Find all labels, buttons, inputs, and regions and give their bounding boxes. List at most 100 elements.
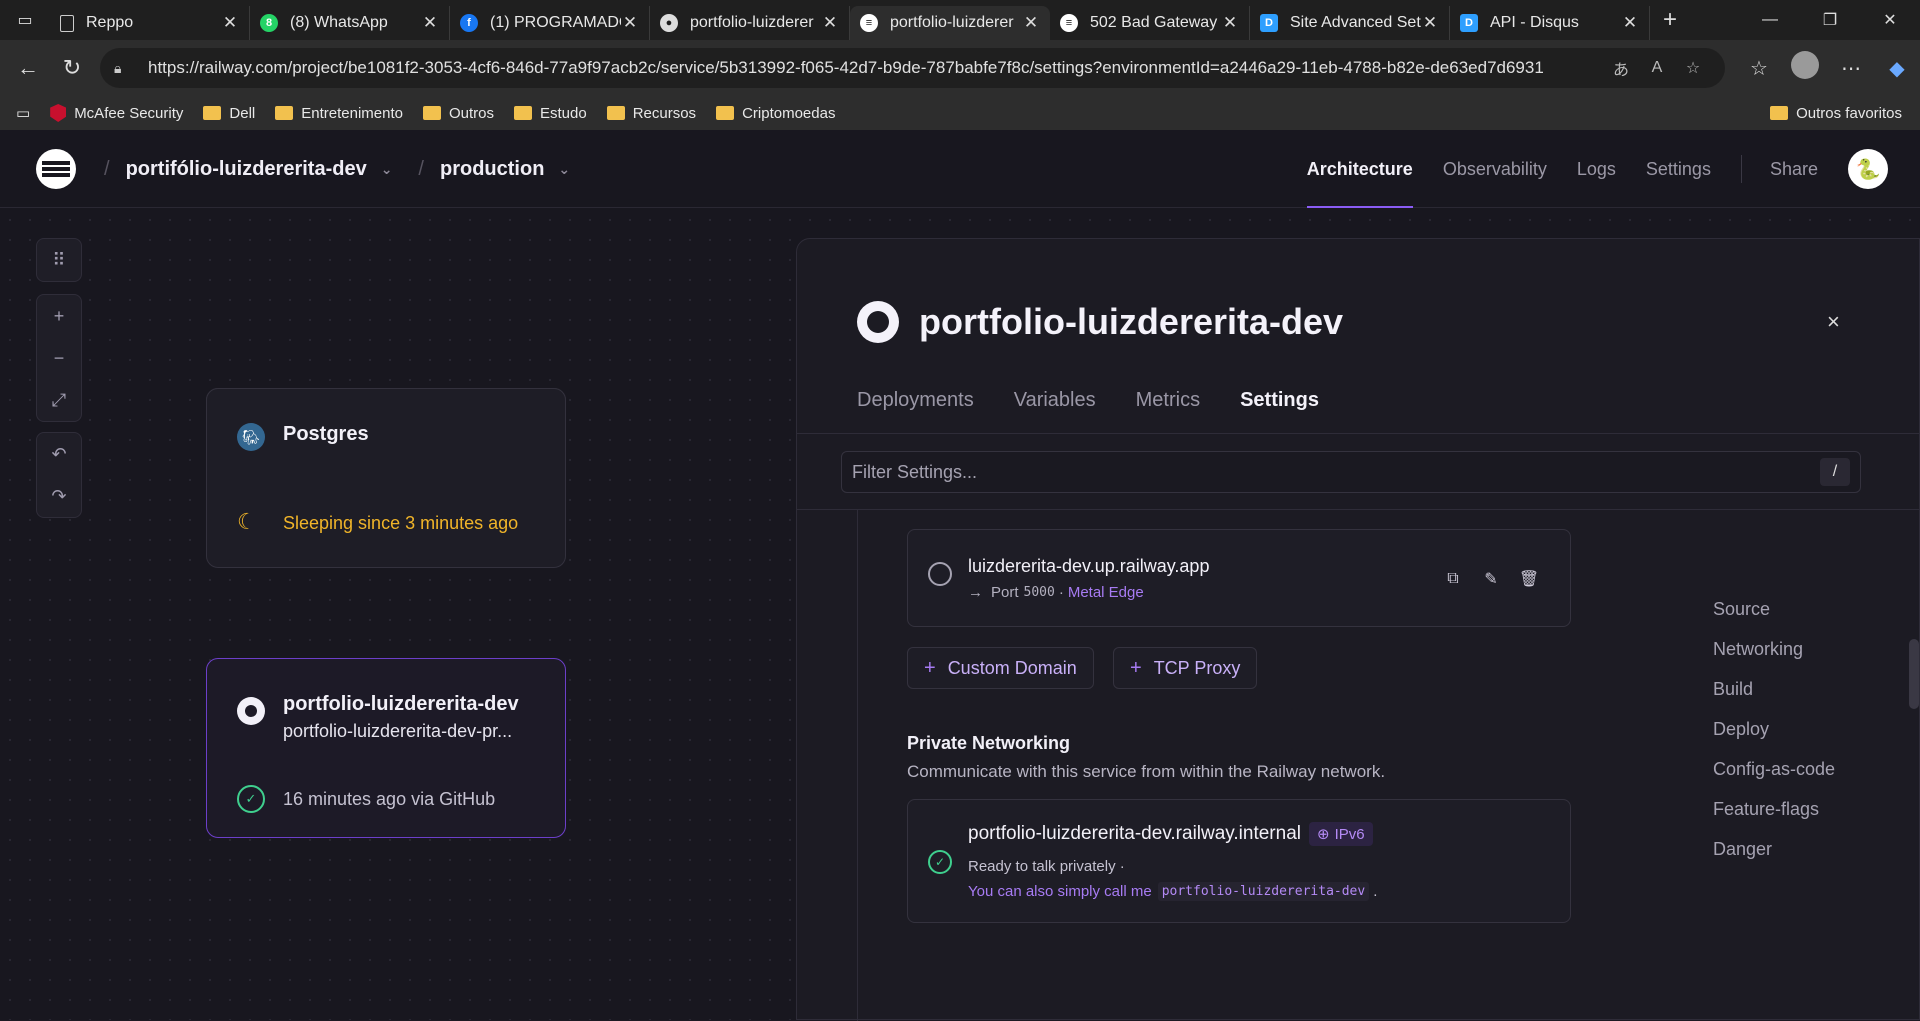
bookmark-folder[interactable]: Estudo — [514, 105, 587, 122]
undo-icon[interactable]: ↶ — [36, 433, 82, 475]
settings-side-nav: Source Networking Build Deploy Config-as… — [1713, 589, 1835, 869]
side-nav-source[interactable]: Source — [1713, 589, 1835, 629]
side-nav-config-as-code[interactable]: Config-as-code — [1713, 749, 1835, 789]
postgres-service-card[interactable]: 🐘︎ Postgres ☾ Sleeping since 3 minutes a… — [206, 388, 566, 698]
postgres-title: Postgres — [283, 423, 369, 445]
new-tab-icon[interactable]: + — [1650, 6, 1690, 34]
internal-domain[interactable]: portfolio-luizdererita-dev.railway.inter… — [968, 823, 1301, 845]
browser-tab[interactable]: 8 (8) WhatsApp ✕ — [250, 6, 450, 40]
close-tab-icon[interactable]: ✕ — [1022, 13, 1040, 33]
public-domain[interactable]: luizdererita-dev.up.railway.app — [968, 556, 1209, 577]
railway-logo-icon[interactable] — [36, 149, 76, 189]
folder-icon — [203, 106, 222, 120]
side-nav-build[interactable]: Build — [1713, 669, 1835, 709]
url-text[interactable]: https://railway.com/project/be1081f2-305… — [148, 58, 1603, 78]
read-aloud-icon[interactable]: A — [1639, 59, 1675, 77]
copy-icon[interactable]: ⧉ — [1440, 566, 1466, 592]
close-tab-icon[interactable]: ✕ — [1221, 13, 1239, 33]
tab-actions-icon[interactable]: ▭ — [0, 0, 50, 40]
tab-deployments[interactable]: Deployments — [857, 389, 974, 412]
trash-icon[interactable]: 🗑︎ — [1516, 566, 1542, 592]
custom-domain-button[interactable]: + Custom Domain — [907, 647, 1094, 689]
close-tab-icon[interactable]: ✕ — [821, 13, 839, 33]
project-selector[interactable]: portifólio-luizdererita-dev ⌄ — [126, 158, 393, 181]
environment-selector[interactable]: production ⌄ — [440, 158, 570, 181]
side-nav-feature-flags[interactable]: Feature-flags — [1713, 789, 1835, 829]
nav-architecture[interactable]: Architecture — [1306, 130, 1413, 208]
portfolio-service-card[interactable]: portfolio-luizdererita-dev portfolio-lui… — [206, 658, 566, 838]
bookmark-folder[interactable]: Dell — [203, 105, 255, 122]
minimize-icon[interactable]: — — [1740, 0, 1800, 40]
scrollbar[interactable] — [1909, 639, 1919, 709]
folder-icon — [275, 106, 294, 120]
other-favorites[interactable]: Outros favoritos — [1770, 105, 1902, 122]
shortcut-key: / — [1820, 458, 1850, 486]
grid-icon[interactable]: ⠿ — [36, 239, 82, 281]
bookmark-folder[interactable]: Entretenimento — [275, 105, 403, 122]
close-tab-icon[interactable]: ✕ — [221, 13, 239, 33]
bookmark-folder[interactable]: Criptomoedas — [716, 105, 835, 122]
browser-tab-active[interactable]: ≡ portfolio-luizderer ✕ — [850, 6, 1050, 40]
translate-icon[interactable]: あ — [1603, 56, 1639, 80]
close-tab-icon[interactable]: ✕ — [1421, 13, 1439, 33]
tab-variables[interactable]: Variables — [1014, 389, 1096, 412]
service-alias[interactable]: portfolio-luizdererita-dev — [1157, 882, 1370, 901]
profile-avatar[interactable] — [1782, 51, 1828, 85]
nav-observability[interactable]: Observability — [1443, 130, 1547, 208]
zoom-in-icon[interactable]: + — [36, 295, 82, 337]
share-button[interactable]: Share — [1770, 130, 1818, 208]
favorite-star-icon[interactable]: ☆ — [1675, 58, 1711, 78]
plus-icon: + — [1130, 656, 1142, 679]
tcp-proxy-button[interactable]: + TCP Proxy — [1113, 647, 1258, 689]
bookmarks-bar: ▭ McAfee Security Dell Entretenimento Ou… — [0, 96, 1920, 130]
browser-tab[interactable]: ● portfolio-luizderer ✕ — [650, 6, 850, 40]
zoom-toolbar: + − ⤢ — [36, 294, 82, 422]
mcafee-icon — [50, 104, 67, 122]
browser-tab[interactable]: D API - Disqus ✕ — [1450, 6, 1650, 40]
close-icon[interactable]: × — [1827, 309, 1840, 335]
browser-tab[interactable]: f (1) PROGRAMADO ✕ — [450, 6, 650, 40]
site-info-icon[interactable]: 🔒︎ — [114, 60, 134, 77]
edit-icon[interactable]: ✎ — [1478, 566, 1504, 592]
postgres-icon: 🐘︎ — [237, 423, 265, 451]
breadcrumb-separator: / — [418, 157, 424, 180]
service-settings-panel: portfolio-luizdererita-dev × Deployments… — [796, 238, 1920, 1021]
close-window-icon[interactable]: ✕ — [1860, 0, 1920, 40]
browser-tab[interactable]: ≡ 502 Bad Gateway ✕ — [1050, 6, 1250, 40]
close-tab-icon[interactable]: ✕ — [621, 13, 639, 33]
grid-toolbar: ⠿ — [36, 238, 82, 282]
copilot-icon[interactable]: ◆ — [1874, 56, 1920, 81]
close-tab-icon[interactable]: ✕ — [421, 13, 439, 33]
redo-icon[interactable]: ↷ — [36, 475, 82, 517]
address-bar[interactable]: 🔒︎ https://railway.com/project/be1081f2-… — [100, 48, 1725, 88]
side-nav-danger[interactable]: Danger — [1713, 829, 1835, 869]
back-icon[interactable]: ← — [6, 48, 50, 88]
disqus-icon: D — [1460, 14, 1478, 32]
tab-settings[interactable]: Settings — [1240, 389, 1319, 412]
fit-view-icon[interactable]: ⤢ — [36, 379, 82, 421]
filter-settings-input[interactable]: Filter Settings... / — [841, 451, 1861, 493]
folder-icon — [422, 106, 441, 120]
zoom-out-icon[interactable]: − — [36, 337, 82, 379]
github-icon — [857, 301, 899, 343]
side-nav-networking[interactable]: Networking — [1713, 629, 1835, 669]
restore-icon[interactable]: ❐ — [1800, 0, 1860, 40]
browser-tab[interactable]: Reppo ✕ — [50, 6, 250, 40]
close-tab-icon[interactable]: ✕ — [1621, 13, 1639, 33]
nav-logs[interactable]: Logs — [1577, 130, 1616, 208]
bookmark-folder[interactable]: Recursos — [606, 105, 696, 122]
metal-edge-link[interactable]: Metal Edge — [1068, 584, 1144, 601]
bookmark-mcafee[interactable]: McAfee Security — [50, 104, 183, 122]
favorites-icon[interactable]: ☆ — [1736, 56, 1782, 81]
bookmark-menu-icon[interactable]: ▭ — [16, 104, 30, 122]
browser-tab[interactable]: D Site Advanced Sett ✕ — [1250, 6, 1450, 40]
user-avatar[interactable]: 🐍 — [1848, 149, 1888, 189]
tab-metrics[interactable]: Metrics — [1136, 389, 1200, 412]
breadcrumb: / portifólio-luizdererita-dev ⌄ / product… — [88, 130, 570, 208]
more-menu-icon[interactable]: ⋯ — [1828, 56, 1874, 81]
reload-icon[interactable]: ↻ — [50, 48, 94, 88]
private-networking-description: Communicate with this service from withi… — [907, 762, 1386, 781]
side-nav-deploy[interactable]: Deploy — [1713, 709, 1835, 749]
bookmark-folder[interactable]: Outros — [422, 105, 494, 122]
nav-settings[interactable]: Settings — [1646, 130, 1711, 208]
